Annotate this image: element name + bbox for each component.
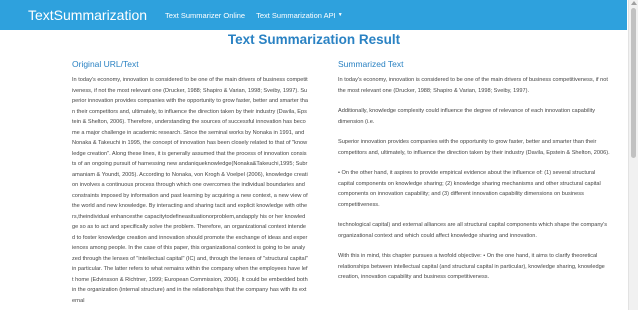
summary-paragraph: In today's economy, innovation is consid… bbox=[338, 77, 608, 94]
caret-down-icon: ▼ bbox=[337, 12, 343, 18]
summary-paragraph: • On the other hand, it aspires to provi… bbox=[338, 170, 601, 208]
original-text-heading: Original URL/Text bbox=[72, 59, 139, 69]
summarized-text-body: In today's economy, innovation is consid… bbox=[338, 75, 612, 283]
original-text-paragraph: In today's economy, innovation is consid… bbox=[72, 77, 308, 304]
top-navbar: TextSummarization Text Summarizer Online… bbox=[0, 0, 627, 30]
summary-paragraph: Superior innovation provides companies w… bbox=[338, 139, 610, 156]
summarized-text-heading: Summarized Text bbox=[338, 59, 404, 69]
page-title: Text Summarization Result bbox=[227, 32, 401, 47]
summary-paragraph: Additionally, knowledge complexity could… bbox=[338, 108, 596, 125]
nav-link-label: Text Summarizer Online bbox=[165, 10, 246, 20]
nav-link-summarizer-online[interactable]: Text Summarizer Online bbox=[165, 11, 245, 20]
original-text-section: Original URL/Text In today's economy, in… bbox=[72, 59, 308, 306]
summary-paragraph: With this in mind, this chapter pursues … bbox=[338, 253, 605, 280]
nav-link-label: Text Summarization API bbox=[256, 10, 336, 20]
brand-logo[interactable]: TextSummarization bbox=[28, 7, 147, 23]
scroll-up-arrow-icon[interactable] bbox=[631, 1, 637, 5]
page-scrollbar[interactable] bbox=[628, 0, 638, 310]
original-text-body: In today's economy, innovation is consid… bbox=[72, 75, 308, 306]
nav-link-summarization-api[interactable]: Text Summarization API ▼ bbox=[256, 11, 343, 20]
summary-paragraph: technological capital) and external alli… bbox=[338, 222, 608, 239]
summarized-text-section: Summarized Text In today's economy, inno… bbox=[338, 59, 612, 293]
scrollbar-thumb[interactable] bbox=[631, 8, 636, 158]
